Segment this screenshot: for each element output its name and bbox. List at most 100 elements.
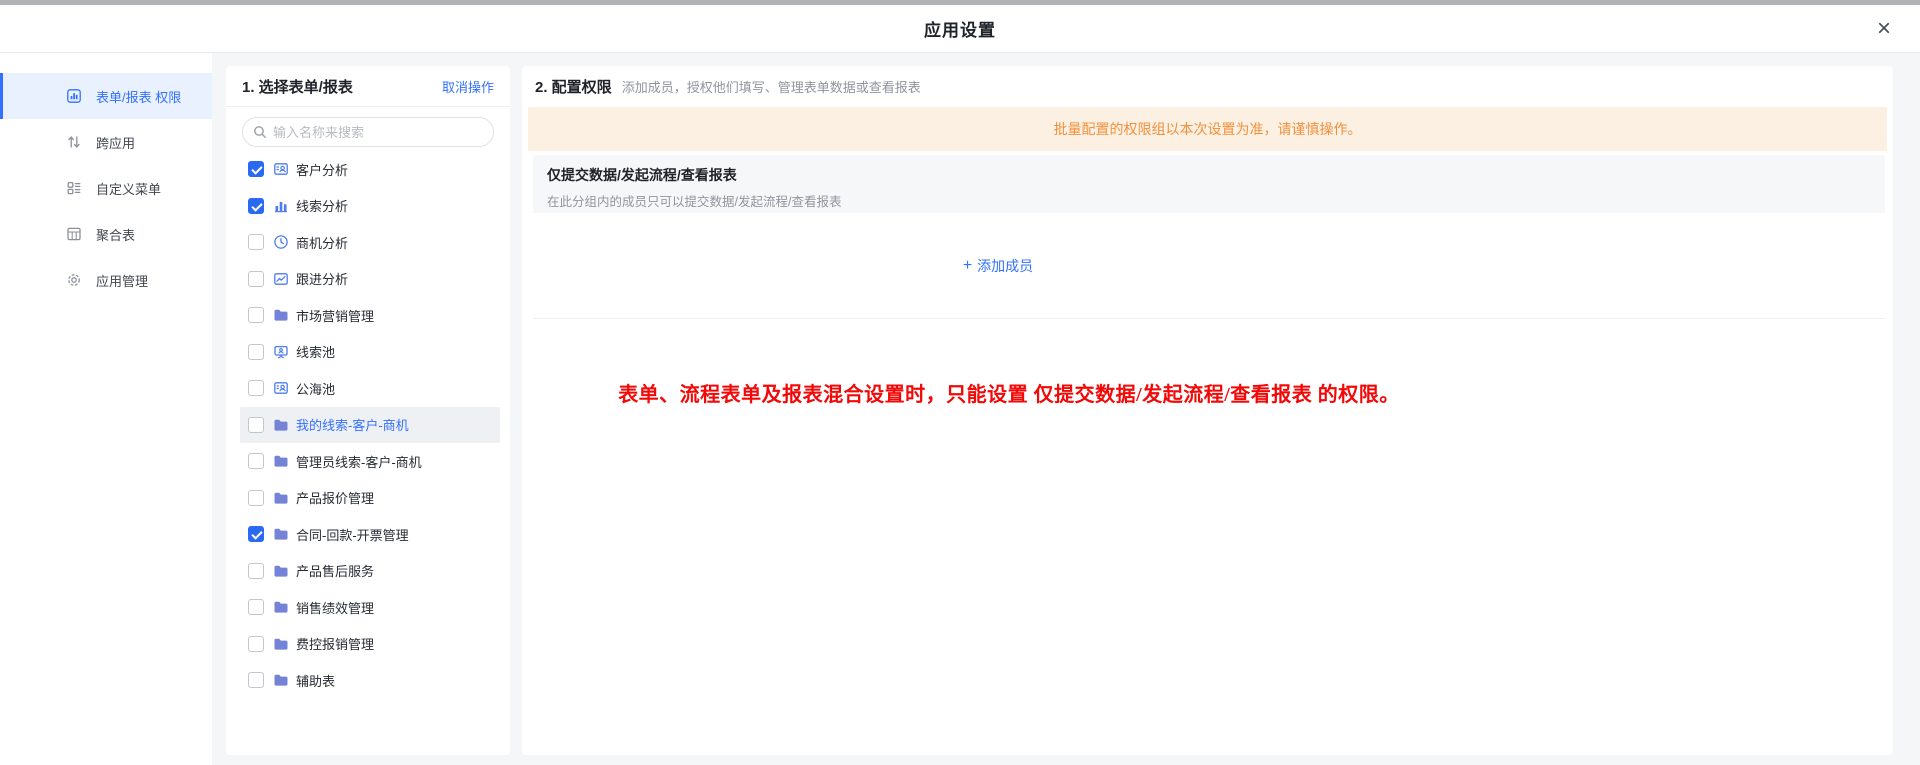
- sidebar-item-label: 表单/报表 权限: [96, 87, 181, 106]
- item-label: 合同-回款-开票管理: [296, 525, 409, 544]
- form-list-item[interactable]: 费控报销管理: [226, 626, 510, 663]
- search-icon: [253, 125, 267, 139]
- item-checkbox[interactable]: [248, 672, 264, 688]
- permission-config-panel: 2. 配置权限 添加成员，授权他们填写、管理表单数据或查看报表 批量配置的权限组…: [522, 66, 1893, 755]
- permission-title: 2. 配置权限: [535, 76, 612, 97]
- form-list-item[interactable]: 我的线索-客户-商机: [240, 407, 500, 444]
- item-checkbox[interactable]: [248, 344, 264, 360]
- item-label: 销售绩效管理: [296, 598, 374, 617]
- item-label: 客户分析: [296, 160, 348, 179]
- folder-icon: [273, 453, 289, 469]
- close-icon[interactable]: ×: [1870, 15, 1898, 43]
- item-label: 商机分析: [296, 233, 348, 252]
- item-checkbox[interactable]: [248, 417, 264, 433]
- item-checkbox[interactable]: [248, 490, 264, 506]
- sidebar-item-4[interactable]: 应用管理: [0, 257, 212, 303]
- item-checkbox[interactable]: [248, 599, 264, 615]
- idcard-icon: [273, 380, 289, 396]
- item-label: 产品报价管理: [296, 488, 374, 507]
- item-label: 线索池: [296, 342, 335, 361]
- settings-sidebar: 表单/报表 权限跨应用自定义菜单聚合表应用管理: [0, 53, 212, 765]
- form-select-title: 1. 选择表单/报表: [242, 76, 353, 97]
- add-member-button[interactable]: + 添加成员: [963, 256, 1033, 276]
- item-checkbox[interactable]: [248, 636, 264, 652]
- folder-icon: [273, 307, 289, 323]
- item-label: 辅助表: [296, 671, 335, 690]
- item-checkbox[interactable]: [248, 526, 264, 542]
- permission-header: 2. 配置权限 添加成员，授权他们填写、管理表单数据或查看报表: [522, 66, 1893, 107]
- permission-group-header: 仅提交数据/发起流程/查看报表 在此分组内的成员只可以提交数据/发起流程/查看报…: [533, 155, 1885, 213]
- item-label: 我的线索-客户-商机: [296, 415, 409, 434]
- item-checkbox[interactable]: [248, 380, 264, 396]
- custom-menu-icon: [66, 180, 82, 196]
- add-member-label: 添加成员: [977, 256, 1033, 276]
- item-label: 费控报销管理: [296, 634, 374, 653]
- permission-group-members-area: + 添加成员: [533, 213, 1885, 319]
- item-checkbox[interactable]: [248, 234, 264, 250]
- sidebar-item-label: 应用管理: [96, 271, 148, 290]
- search-input[interactable]: [273, 125, 483, 140]
- item-label: 市场营销管理: [296, 306, 374, 325]
- permission-group-title: 仅提交数据/发起流程/查看报表: [547, 165, 1871, 185]
- app-manage-icon: [66, 272, 82, 288]
- permission-group-description: 在此分组内的成员只可以提交数据/发起流程/查看报表: [547, 191, 1871, 210]
- form-list-item[interactable]: 商机分析: [226, 224, 510, 261]
- batch-warning-text: 批量配置的权限组以本次设置为准，请谨慎操作。: [1054, 119, 1362, 139]
- form-list-item[interactable]: 销售绩效管理: [226, 589, 510, 626]
- clock-icon: [273, 234, 289, 250]
- plus-icon: +: [963, 258, 972, 274]
- aggregate-table-icon: [66, 226, 82, 242]
- sidebar-item-3[interactable]: 聚合表: [0, 211, 212, 257]
- form-search-box[interactable]: [242, 117, 494, 147]
- form-list-item[interactable]: 市场营销管理: [226, 297, 510, 334]
- folder-icon: [273, 563, 289, 579]
- folder-icon: [273, 636, 289, 652]
- cross-app-icon: [66, 134, 82, 150]
- item-checkbox[interactable]: [248, 161, 264, 177]
- cancel-operation-link[interactable]: 取消操作: [442, 77, 494, 96]
- form-list: 客户分析线索分析商机分析跟进分析市场营销管理线索池公海池我的线索-客户-商机管理…: [226, 151, 510, 699]
- idcard-icon: [273, 161, 289, 177]
- folder-icon: [273, 672, 289, 688]
- sidebar-item-2[interactable]: 自定义菜单: [0, 165, 212, 211]
- sidebar-item-label: 自定义菜单: [96, 179, 161, 198]
- sidebar-item-0[interactable]: 表单/报表 权限: [0, 73, 212, 119]
- item-label: 管理员线索-客户-商机: [296, 452, 422, 471]
- sidebar-item-label: 跨应用: [96, 133, 135, 152]
- dialog-title: 应用设置: [924, 16, 996, 41]
- barchart-icon: [273, 198, 289, 214]
- permission-subtitle: 添加成员，授权他们填写、管理表单数据或查看报表: [622, 77, 921, 96]
- folder-icon: [273, 490, 289, 506]
- app-settings-dialog: 应用设置 × 表单/报表 权限跨应用自定义菜单聚合表应用管理 1. 选择表单/报…: [0, 0, 1920, 765]
- form-list-item[interactable]: 线索分析: [226, 188, 510, 225]
- form-list-item[interactable]: 客户分析: [226, 151, 510, 188]
- sidebar-item-1[interactable]: 跨应用: [0, 119, 212, 165]
- form-list-item[interactable]: 合同-回款-开票管理: [226, 516, 510, 553]
- form-list-item[interactable]: 产品售后服务: [226, 553, 510, 590]
- form-list-item[interactable]: 线索池: [226, 334, 510, 371]
- form-list-item[interactable]: 公海池: [226, 370, 510, 407]
- form-list-item[interactable]: 辅助表: [226, 662, 510, 699]
- form-list-item[interactable]: 管理员线索-客户-商机: [226, 443, 510, 480]
- form-list-item[interactable]: 跟进分析: [226, 261, 510, 298]
- item-label: 产品售后服务: [296, 561, 374, 580]
- item-checkbox[interactable]: [248, 563, 264, 579]
- item-label: 公海池: [296, 379, 335, 398]
- mixed-setting-notice: 表单、流程表单及报表混合设置时，只能设置 仅提交数据/发起流程/查看报表 的权限…: [618, 378, 1400, 407]
- item-checkbox[interactable]: [248, 271, 264, 287]
- report-permission-icon: [66, 88, 82, 104]
- form-select-panel: 1. 选择表单/报表 取消操作 客户分析线索分析商机分析跟进分析市场营销管理线索…: [226, 66, 510, 755]
- item-checkbox[interactable]: [248, 307, 264, 323]
- item-checkbox[interactable]: [248, 453, 264, 469]
- folder-icon: [273, 417, 289, 433]
- batch-warning-banner: 批量配置的权限组以本次设置为准，请谨慎操作。: [528, 107, 1887, 151]
- item-checkbox[interactable]: [248, 198, 264, 214]
- item-label: 线索分析: [296, 196, 348, 215]
- dialog-titlebar: 应用设置 ×: [0, 5, 1920, 53]
- item-label: 跟进分析: [296, 269, 348, 288]
- folder-icon: [273, 526, 289, 542]
- permission-group-box: 仅提交数据/发起流程/查看报表 在此分组内的成员只可以提交数据/发起流程/查看报…: [533, 155, 1885, 319]
- form-select-header: 1. 选择表单/报表 取消操作: [226, 66, 510, 107]
- form-list-item[interactable]: 产品报价管理: [226, 480, 510, 517]
- sidebar-item-label: 聚合表: [96, 225, 135, 244]
